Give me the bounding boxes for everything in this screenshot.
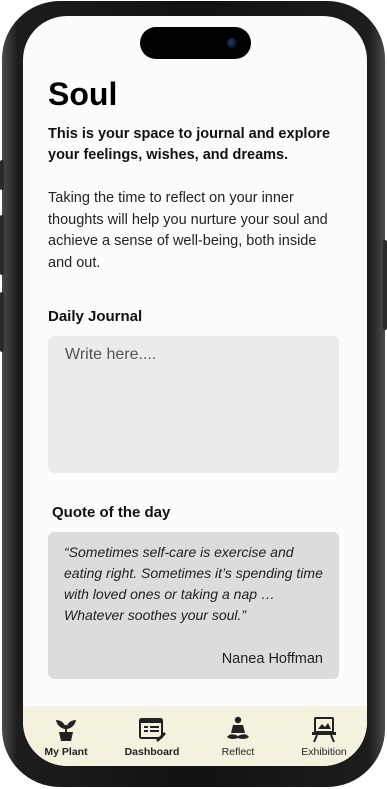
nav-label-exhibition: Exhibition [301, 746, 347, 758]
page-title: Soul [48, 76, 118, 112]
nav-label-my-plant: My Plant [44, 746, 88, 758]
nav-label-dashboard: Dashboard [124, 746, 180, 758]
intro-text: This is your space to journal and explor… [48, 126, 331, 163]
volume-down-button [0, 292, 4, 352]
quote-card: “Sometimes self-care is exercise and eat… [48, 532, 339, 679]
power-button [383, 240, 387, 330]
nav-label-reflect: Reflect [221, 746, 255, 758]
nav-item-my-plant[interactable]: My Plant [23, 706, 109, 766]
quote-text: “Sometimes self-care is exercise and eat… [64, 544, 323, 623]
volume-up-button [0, 215, 4, 275]
dynamic-island [140, 27, 251, 59]
journal-input[interactable] [48, 336, 339, 473]
plant-icon [56, 720, 76, 741]
meditation-icon [227, 716, 249, 739]
action-button [0, 160, 4, 190]
nav-item-exhibition[interactable]: Exhibition [281, 706, 367, 766]
nav-item-dashboard[interactable]: Dashboard [109, 706, 195, 766]
journal-label: Daily Journal [48, 308, 143, 325]
easel-icon [312, 717, 336, 743]
description-text: Taking the time to reflect on your inner… [48, 190, 328, 271]
nav-item-reflect[interactable]: Reflect [195, 706, 281, 766]
bottom-nav: My Plant Dashboard Reflect Exhibition [23, 706, 367, 766]
phone-screen: Soul This is your space to journal and e… [23, 16, 367, 766]
camera-icon [227, 38, 237, 48]
quote-author: Nanea Hoffman [221, 651, 323, 667]
quote-label: Quote of the day [52, 504, 171, 521]
dashboard-icon [139, 718, 166, 742]
